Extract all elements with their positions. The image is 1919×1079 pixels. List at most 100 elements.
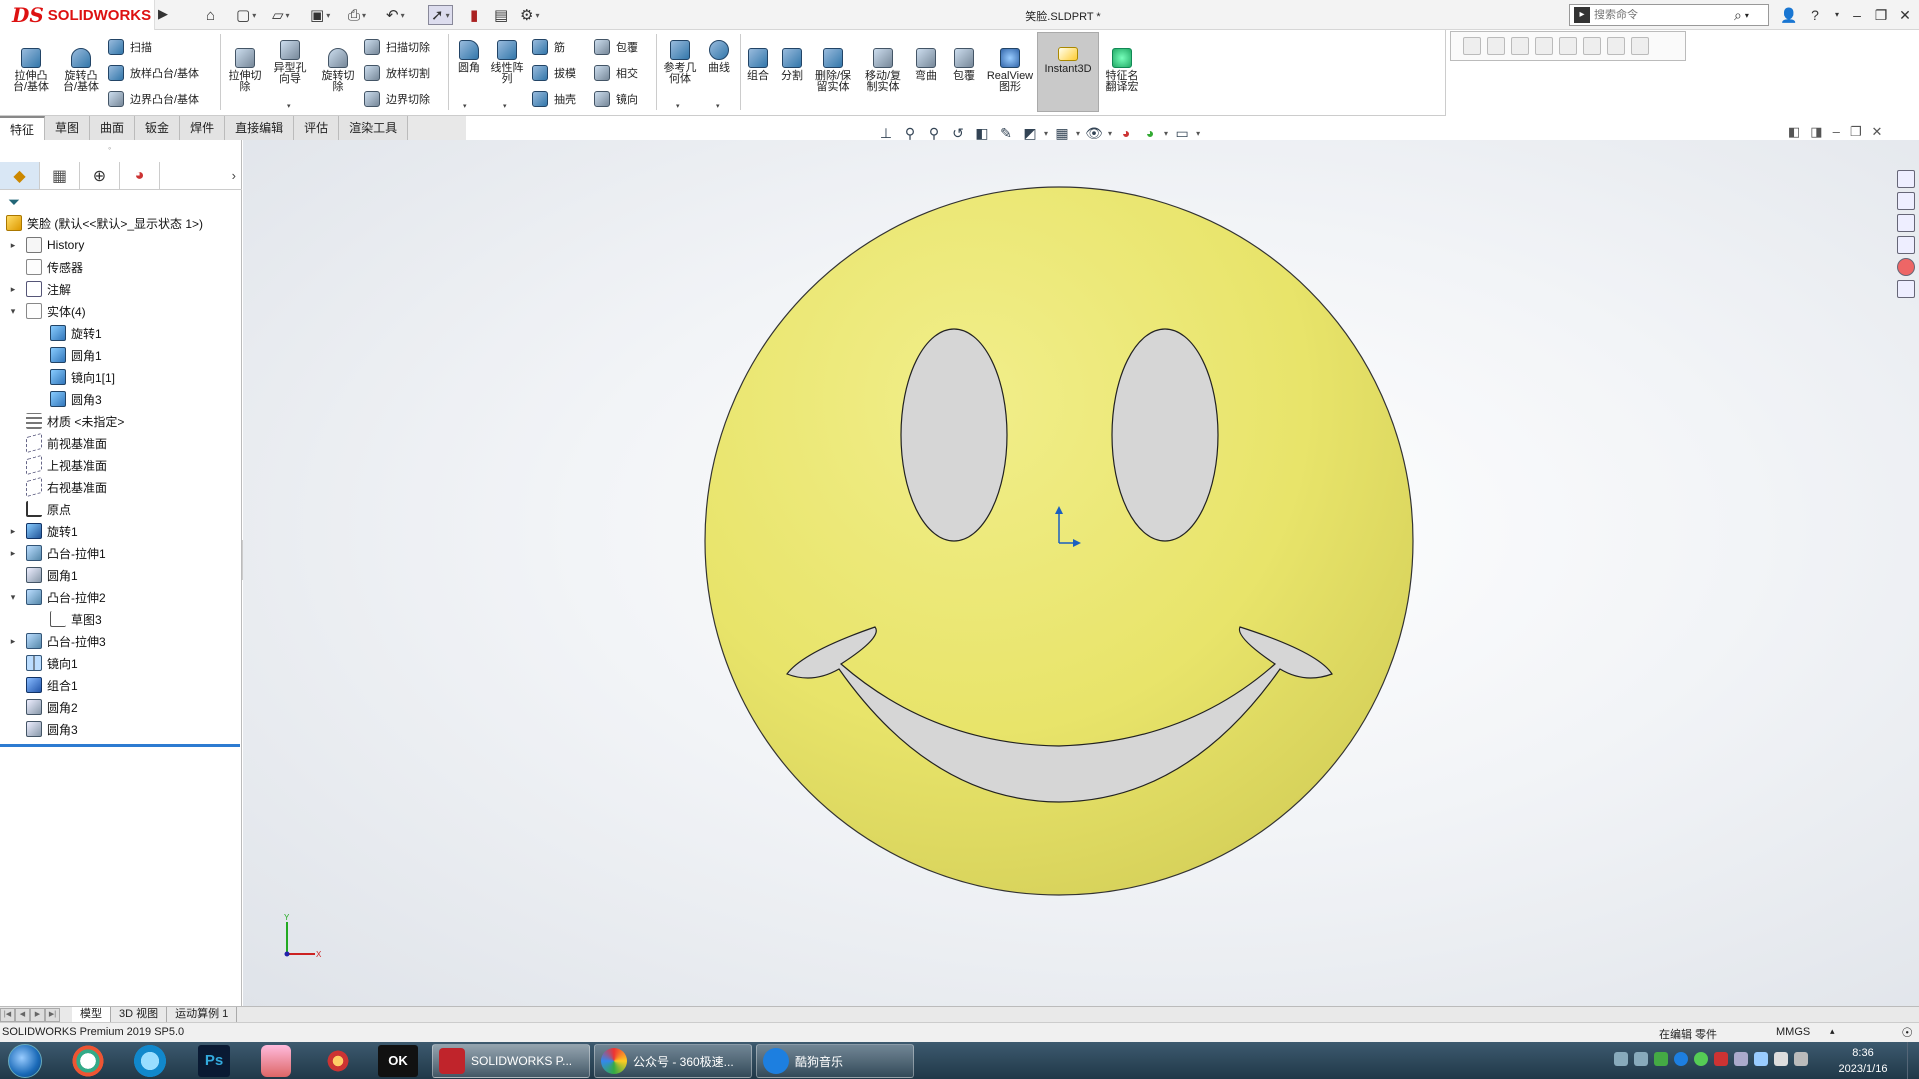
rollback-bar[interactable] xyxy=(0,744,240,747)
boundary-boss-button[interactable]: 边界凸台/基体 xyxy=(108,88,199,110)
tree-node[interactable]: 旋转1 xyxy=(0,322,242,344)
tree-node[interactable]: 上视基准面 xyxy=(0,454,242,476)
hole-wizard-button[interactable]: 异型孔 向导 xyxy=(268,40,312,85)
wrap-small-button[interactable]: 包覆 xyxy=(594,36,638,58)
tab-model[interactable]: 模型 xyxy=(72,1006,111,1023)
reference-geometry-button[interactable]: 参考几 何体 xyxy=(660,40,700,85)
delete-keep-body-button[interactable]: 删除/保 留实体 xyxy=(810,48,856,93)
next-tab-icon[interactable]: ▶ xyxy=(30,1007,45,1022)
revolved-cut-button[interactable]: 旋转切 除 xyxy=(316,48,360,93)
revolved-boss-button[interactable]: 旋转凸 台/基体 xyxy=(58,48,104,93)
zoom-to-area-icon[interactable]: ⚲ xyxy=(924,123,944,143)
display-style-icon[interactable]: ▦ xyxy=(1052,123,1072,143)
last-tab-icon[interactable]: ▶| xyxy=(45,1007,60,1022)
units-dropdown-icon[interactable]: ▴ xyxy=(1830,1026,1835,1037)
pinned-app-icon[interactable]: OK xyxy=(378,1045,418,1077)
tree-node[interactable]: 圆角2 xyxy=(0,696,242,718)
model-view[interactable] xyxy=(243,140,1919,1006)
expand-arrow-icon[interactable]: ▸ xyxy=(8,636,18,647)
dropdown-icon[interactable]: ▾ xyxy=(1108,129,1112,138)
move-copy-body-button[interactable]: 移动/复 制实体 xyxy=(860,48,906,93)
search-commands[interactable]: ▸ ⌕ ▾ xyxy=(1569,4,1769,26)
tree-node[interactable]: 圆角3 xyxy=(0,718,242,740)
view-palette-icon[interactable] xyxy=(1897,236,1915,254)
search-dropdown-icon[interactable]: ▾ xyxy=(1745,11,1749,20)
property-manager-tab-icon[interactable]: ▦ xyxy=(40,162,80,189)
flex-button[interactable]: 弯曲 xyxy=(910,48,942,82)
new-document-icon[interactable]: ▢ ▾ xyxy=(236,5,256,25)
tree-node[interactable]: 组合1 xyxy=(0,674,242,696)
collapse-right-icon[interactable]: ◨ xyxy=(1810,124,1822,140)
save-icon[interactable]: ▣ ▾ xyxy=(310,5,330,25)
tray-app-icon[interactable] xyxy=(1654,1052,1668,1066)
solidworks-resources-icon[interactable] xyxy=(1897,170,1915,188)
dropdown-icon[interactable]: ▾ xyxy=(1044,129,1048,138)
action-center-icon[interactable] xyxy=(1794,1052,1808,1066)
tree-node[interactable]: ▸ 凸台-拉伸3 xyxy=(0,630,242,652)
fillet-button[interactable]: 圆角 xyxy=(452,40,486,74)
undo-icon[interactable]: ↶ ▾ xyxy=(386,5,405,25)
tab-sheet-metal[interactable]: 钣金 xyxy=(135,116,181,140)
rebuild-icon[interactable]: ▮ xyxy=(470,5,478,25)
tree-node[interactable]: ▸ 凸台-拉伸1 xyxy=(0,542,242,564)
split-button[interactable]: 分割 xyxy=(776,48,808,82)
chevron-right-icon[interactable]: › xyxy=(232,168,236,183)
pinned-browser-icon[interactable] xyxy=(130,1045,170,1077)
file-properties-icon[interactable]: ▤ xyxy=(494,5,508,25)
collapse-arrow-icon[interactable]: ▾ xyxy=(8,306,18,317)
extruded-boss-button[interactable]: 拉伸凸 台/基体 xyxy=(8,48,54,93)
prev-tab-icon[interactable]: ◀ xyxy=(15,1007,30,1022)
select-icon[interactable]: ➚ ▾ xyxy=(428,5,453,25)
feature-manager-tab-icon[interactable]: ◆ xyxy=(0,162,40,189)
appearances-icon[interactable] xyxy=(1897,258,1915,276)
expand-arrow-icon[interactable]: ▸ xyxy=(8,240,18,251)
search-input[interactable] xyxy=(1594,9,1734,21)
intersect-button[interactable]: 相交 xyxy=(594,62,638,84)
status-units[interactable]: MMGS xyxy=(1776,1026,1810,1038)
volume-icon[interactable] xyxy=(1774,1052,1788,1066)
solidworks-logo[interactable]: DS SOLIDWORKS xyxy=(0,0,155,30)
tab-weldments[interactable]: 焊件 xyxy=(180,116,226,140)
view-orientation-icon[interactable]: ◩ xyxy=(1020,123,1040,143)
keyboard-icon[interactable] xyxy=(1614,1052,1628,1066)
tree-node[interactable]: 圆角1 xyxy=(0,344,242,366)
combine-button[interactable]: 组合 xyxy=(742,48,774,82)
tab-direct-editing[interactable]: 直接编辑 xyxy=(225,116,295,140)
curves-dropdown-icon[interactable]: ▾ xyxy=(716,102,720,110)
kugou-tray-icon[interactable] xyxy=(1674,1052,1688,1066)
tab-3d-views[interactable]: 3D 视图 xyxy=(111,1006,168,1023)
help-button[interactable]: ? xyxy=(1804,4,1826,26)
pattern-dropdown-icon[interactable]: ▾ xyxy=(503,102,507,110)
draft-button[interactable]: 拔模 xyxy=(532,62,576,84)
tree-node[interactable]: ▾ 凸台-拉伸2 xyxy=(0,586,242,608)
user-account-icon[interactable]: 👤 xyxy=(1778,4,1800,26)
home-icon[interactable]: ⌂ xyxy=(206,5,215,25)
tray-app-icon[interactable] xyxy=(1754,1052,1768,1066)
right-eye-cutout[interactable] xyxy=(1111,328,1219,542)
tree-node[interactable]: 镜向1 xyxy=(0,652,242,674)
fillet-dropdown-icon[interactable]: ▾ xyxy=(463,102,467,110)
extruded-cut-button[interactable]: 拉伸切 除 xyxy=(224,48,266,93)
search-icon[interactable]: ⌕ xyxy=(1734,7,1742,24)
filter-icon[interactable]: ⏷ xyxy=(8,194,20,211)
design-library-icon[interactable] xyxy=(1897,192,1915,210)
tab-evaluate[interactable]: 评估 xyxy=(294,116,340,140)
pinned-app-icon[interactable] xyxy=(261,1045,291,1077)
tree-node[interactable]: 圆角1 xyxy=(0,564,242,586)
shell-button[interactable]: 抽壳 xyxy=(532,88,576,110)
panel-collapse-handle[interactable]: ◦ xyxy=(108,143,111,153)
options-gear-icon[interactable]: ⚙ ▾ xyxy=(520,5,539,25)
taskbar-item-kugou[interactable]: 酷狗音乐 xyxy=(756,1044,914,1078)
print-icon[interactable]: ⎙ ▾ xyxy=(348,5,366,25)
tray-app-icon[interactable] xyxy=(1694,1052,1708,1066)
collapse-arrow-icon[interactable]: ▾ xyxy=(8,592,18,603)
tree-node[interactable]: 传感器 xyxy=(0,256,242,278)
lofted-boss-button[interactable]: 放样凸台/基体 xyxy=(108,62,199,84)
graphics-area[interactable]: Y X xyxy=(243,140,1919,1006)
show-desktop-button[interactable] xyxy=(1907,1042,1919,1079)
tree-node[interactable]: 镜向1[1] xyxy=(0,366,242,388)
boundary-cut-button[interactable]: 边界切除 xyxy=(364,88,430,110)
realview-button[interactable]: RealView 图形 xyxy=(984,48,1036,93)
dropdown-icon[interactable]: ▾ xyxy=(1196,129,1200,138)
photoshop-icon[interactable]: Ps xyxy=(198,1045,230,1077)
